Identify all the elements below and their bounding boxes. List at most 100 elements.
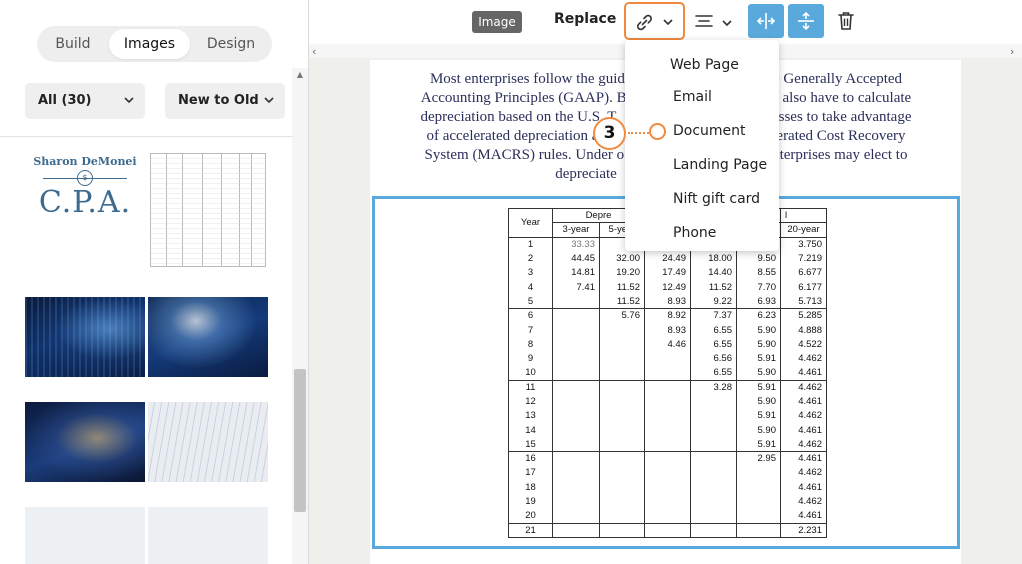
scroll-left-arrow-icon[interactable]: ‹ <box>312 45 316 58</box>
table-cell: 4.461 <box>780 422 827 438</box>
table-cell <box>644 522 691 538</box>
image-thumbnail-cpa-logo[interactable]: Sharon DeMonei $ C.P.A. <box>25 147 145 272</box>
table-cell <box>644 437 691 452</box>
align-button[interactable] <box>694 10 738 34</box>
panel-tabs: Build Images Design <box>37 26 272 62</box>
table-cell: 15 <box>508 437 553 452</box>
table-cell: 20 <box>508 508 553 524</box>
table-cell: 14.40 <box>690 265 737 280</box>
table-cell <box>690 408 737 423</box>
replace-button[interactable]: Replace <box>554 11 616 27</box>
table-cell: 2 <box>508 251 553 266</box>
text-line: nterprises may elect to <box>772 147 908 163</box>
tab-build[interactable]: Build <box>41 29 105 59</box>
table-row: 19 4.462 <box>508 494 827 509</box>
table-cell: 7.41 <box>552 279 600 295</box>
table-cell: 9 <box>508 351 553 366</box>
table-cell: 5.285 <box>780 308 827 323</box>
tab-design[interactable]: Design <box>194 29 268 59</box>
table-cell: 18.00 <box>690 251 737 266</box>
link-icon <box>632 12 656 32</box>
filter-dropdown[interactable]: All (30) <box>25 83 145 119</box>
table-row: 2 44.45 32.00 24.49 18.00 9.50 7.219 <box>508 251 827 266</box>
text-line: Accounting Principles (GAAP). B <box>420 90 627 106</box>
table-cell: 6.177 <box>780 279 827 295</box>
table-cell: 2.95 <box>736 451 781 466</box>
table-cell: 5.90 <box>736 337 781 352</box>
table-cell <box>690 422 737 438</box>
table-cell <box>599 451 645 466</box>
menu-item-nift-gift-card[interactable]: Nift gift card <box>673 191 760 207</box>
menu-item-phone[interactable]: Phone <box>673 225 716 241</box>
table-cell: 12.49 <box>644 279 691 295</box>
table-row: 13 5.91 4.462 <box>508 408 827 423</box>
image-thumbnail-finance-chart-2[interactable] <box>148 297 268 377</box>
table-cell: 4.46 <box>644 337 691 352</box>
text-line: of accelerated depreciation as <box>426 128 605 144</box>
table-cell: 5.90 <box>736 365 781 381</box>
table-cell <box>644 494 691 509</box>
table-cell <box>599 379 645 395</box>
link-button[interactable] <box>624 2 685 40</box>
chevron-down-icon <box>662 11 674 36</box>
table-row: 16 2.95 4.461 <box>508 451 827 466</box>
table-cell <box>599 408 645 423</box>
table-cell: 8.55 <box>736 265 781 280</box>
table-cell: 3 <box>508 265 553 280</box>
table-cell <box>599 480 645 495</box>
table-cell <box>599 422 645 438</box>
scroll-up-arrow-icon[interactable]: ▲ <box>292 68 308 82</box>
table-cell: 19 <box>508 494 553 509</box>
image-thumbnail-depreciation-table[interactable] <box>148 147 268 272</box>
table-cell: 6.56 <box>690 351 737 366</box>
scroll-right-arrow-icon[interactable]: › <box>1010 45 1014 58</box>
image-thumbnail-tax-forms[interactable] <box>148 402 268 482</box>
table-cell <box>736 465 781 481</box>
table-cell <box>599 394 645 409</box>
image-thumbnail-finance-chart-3[interactable] <box>25 402 145 482</box>
table-cell: 6 <box>508 308 553 323</box>
table-cell: 11.52 <box>690 279 737 295</box>
step-callout-badge: 3 <box>593 117 626 150</box>
fit-height-button[interactable] <box>788 4 824 38</box>
table-cell: 4.462 <box>780 351 827 366</box>
menu-item-landing-page[interactable]: Landing Page <box>673 157 767 173</box>
image-thumbnail-texture-2[interactable] <box>148 507 268 564</box>
table-cell: 3.28 <box>690 379 737 395</box>
table-cell <box>599 365 645 381</box>
menu-item-document[interactable]: Document <box>673 123 746 139</box>
tab-images[interactable]: Images <box>109 29 190 59</box>
table-row: 12 5.90 4.461 <box>508 394 827 409</box>
table-cell <box>599 508 645 524</box>
table-cell: 11.52 <box>599 279 645 295</box>
text-line: Most enterprises follow the guid <box>429 71 625 87</box>
logo-text: C.P.A. <box>38 185 132 220</box>
scrollbar-thumb[interactable] <box>294 369 306 512</box>
panel-scrollbar[interactable]: ▲ <box>292 68 308 564</box>
table-cell <box>552 308 600 323</box>
menu-item-email[interactable]: Email <box>673 89 712 105</box>
image-thumbnail-finance-chart-1[interactable] <box>25 297 145 377</box>
table-cell <box>552 480 600 495</box>
sort-dropdown[interactable]: New to Old <box>165 83 285 119</box>
table-cell: 6.93 <box>736 294 781 309</box>
table-cell: 4.461 <box>780 394 827 409</box>
table-cell <box>552 294 600 309</box>
table-cell <box>736 494 781 509</box>
table-col-header: 3-year <box>552 222 600 238</box>
table-cell <box>644 422 691 438</box>
table-cell: 18 <box>508 480 553 495</box>
table-row: 10 6.55 5.90 4.461 <box>508 365 827 381</box>
image-thumbnail-texture-1[interactable] <box>25 507 145 564</box>
menu-item-web-page[interactable]: Web Page <box>670 57 739 73</box>
delete-button[interactable] <box>836 10 856 32</box>
table-cell: 10 <box>508 365 553 381</box>
table-cell: 8.93 <box>644 294 691 309</box>
table-cell <box>690 480 737 495</box>
table-cell <box>552 437 600 452</box>
table-cell <box>644 451 691 466</box>
fit-width-button[interactable] <box>748 4 784 38</box>
table-cell <box>552 494 600 509</box>
table-cell: 4.462 <box>780 437 827 452</box>
chevron-down-icon <box>123 83 135 133</box>
